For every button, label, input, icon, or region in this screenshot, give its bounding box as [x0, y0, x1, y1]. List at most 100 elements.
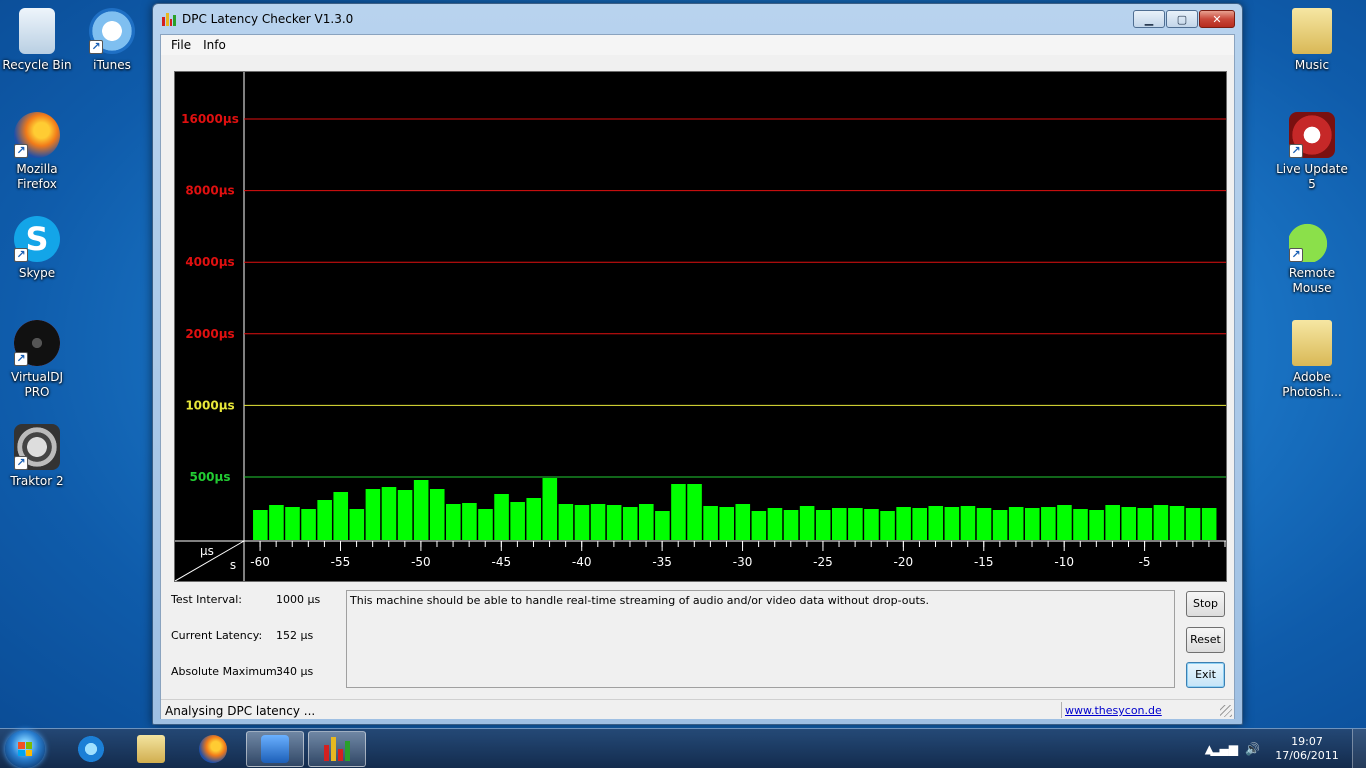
- latency-bar: [317, 500, 332, 540]
- app-bar-chart-icon: [324, 737, 350, 761]
- clock-time: 19:07: [1291, 735, 1323, 748]
- shortcut-arrow-icon: ↗: [14, 352, 28, 366]
- desktop-icon-music[interactable]: Music: [1272, 8, 1352, 73]
- taskbar-explorer[interactable]: [122, 731, 180, 767]
- desktop-icon-virtualdj[interactable]: ↗ VirtualDJ PRO: [0, 320, 77, 400]
- taskbar-app-installer[interactable]: [246, 731, 304, 767]
- latency-bar: [1105, 505, 1120, 540]
- shortcut-arrow-icon: ↗: [89, 40, 103, 54]
- latency-bar: [639, 504, 654, 540]
- x-tick-label: -15: [974, 555, 994, 569]
- latency-bar: [397, 490, 413, 540]
- stop-button[interactable]: Stop: [1186, 591, 1225, 617]
- latency-bar: [478, 509, 493, 540]
- latency-bar: [1057, 505, 1072, 540]
- threshold-label: 16000µs: [181, 112, 239, 126]
- resize-grip[interactable]: [1220, 705, 1232, 717]
- close-button[interactable]: ✕: [1199, 10, 1235, 28]
- reset-button[interactable]: Reset: [1186, 627, 1225, 653]
- test-interval-label: Test Interval:: [171, 593, 242, 606]
- x-tick-label: -25: [813, 555, 833, 569]
- maximize-button[interactable]: ▢: [1166, 10, 1198, 28]
- current-latency-label: Current Latency:: [171, 629, 263, 642]
- shortcut-arrow-icon: ↗: [14, 248, 28, 262]
- show-desktop-button[interactable]: [1352, 729, 1366, 768]
- minimize-button[interactable]: ▁: [1133, 10, 1165, 28]
- latency-bar: [1041, 507, 1056, 540]
- x-tick-label: -20: [894, 555, 914, 569]
- volume-icon[interactable]: 🔊: [1245, 742, 1260, 756]
- latency-bar: [494, 494, 509, 540]
- latency-bar: [751, 511, 767, 540]
- taskbar: ▲ ▂▄▆ 🔊 19:07 17/06/2011: [0, 728, 1366, 768]
- remote-mouse-icon: ↗: [1289, 216, 1335, 262]
- desktop-icon-adobe-photoshop[interactable]: Adobe Photosh...: [1272, 320, 1352, 400]
- status-bar: Analysing DPC latency ... www.thesycon.d…: [161, 699, 1234, 719]
- firefox-icon: ↗: [14, 112, 60, 158]
- latency-bar: [687, 484, 702, 540]
- network-signal-icon[interactable]: ▂▄▆: [1210, 742, 1238, 756]
- window-client-area: File Info 16000µs 8000µs 4000µs 2000µs 1000µ…: [160, 34, 1235, 719]
- taskbar-dpc-latency-checker[interactable]: [308, 731, 366, 767]
- latency-chart-svg: 16000µs 8000µs 4000µs 2000µs 1000µs 500µs -60 -…: [175, 72, 1226, 581]
- minimize-icon: ▁: [1144, 12, 1154, 26]
- clock-date: 17/06/2011: [1275, 749, 1339, 762]
- desktop-icon-skype[interactable]: S ↗ Skype: [0, 216, 77, 281]
- x-unit-label: s: [230, 558, 236, 572]
- x-tick-label: -50: [411, 555, 431, 569]
- threshold-label: 4000µs: [185, 255, 234, 269]
- title-bar[interactable]: DPC Latency Checker V1.3.0 ▁ ▢ ✕: [153, 4, 1242, 34]
- x-tick-label: -55: [331, 555, 351, 569]
- latency-bar: [735, 504, 751, 540]
- desktop-icon-traktor[interactable]: ↗ Traktor 2: [0, 424, 77, 489]
- shortcut-arrow-icon: ↗: [1289, 248, 1303, 262]
- latency-bar: [928, 506, 944, 540]
- website-link[interactable]: www.thesycon.de: [1065, 704, 1162, 717]
- latency-bar: [783, 510, 799, 540]
- x-tick-label: -30: [733, 555, 753, 569]
- threshold-label: 1000µs: [185, 398, 234, 412]
- latency-bar: [413, 480, 429, 540]
- taskbar-firefox[interactable]: [184, 731, 242, 767]
- desktop-icon-itunes[interactable]: ↗ iTunes: [72, 8, 152, 73]
- latency-bar: [992, 510, 1008, 540]
- latency-bar: [655, 511, 670, 540]
- desktop-icon-live-update[interactable]: ↗ Live Update 5: [1272, 112, 1352, 192]
- desktop-icon-label: Music: [1294, 58, 1330, 72]
- desktop-icon-firefox[interactable]: ↗ Mozilla Firefox: [0, 112, 77, 192]
- latency-bar: [269, 505, 284, 540]
- latency-bar: [590, 504, 606, 540]
- firefox-icon: [199, 735, 227, 763]
- latency-bar: [429, 489, 445, 540]
- latency-bar: [815, 510, 831, 540]
- desktop-icon-label: Recycle Bin: [2, 58, 72, 72]
- result-message: This machine should be able to handle re…: [346, 590, 1175, 688]
- x-tick-label: -35: [652, 555, 672, 569]
- menu-file[interactable]: File: [165, 35, 197, 55]
- clock[interactable]: 19:07 17/06/2011: [1272, 735, 1342, 763]
- desktop-icon-label: Traktor 2: [10, 474, 64, 488]
- absolute-maximum-label: Absolute Maximum:: [171, 665, 281, 678]
- exit-button[interactable]: Exit: [1186, 662, 1225, 688]
- menu-info[interactable]: Info: [197, 35, 232, 55]
- latency-bar: [622, 507, 638, 540]
- latency-bar: [767, 508, 783, 540]
- start-button[interactable]: [5, 730, 45, 768]
- test-interval-value: 1000 µs: [276, 593, 321, 606]
- installer-icon: [261, 735, 289, 763]
- latency-bar: [1121, 507, 1137, 540]
- internet-explorer-icon: [77, 735, 105, 763]
- latency-bar: [365, 489, 381, 540]
- itunes-icon: ↗: [89, 8, 135, 54]
- folder-icon: [137, 735, 165, 763]
- shortcut-arrow-icon: ↗: [14, 456, 28, 470]
- desktop-icon-remote-mouse[interactable]: ↗ Remote Mouse: [1272, 216, 1352, 296]
- latency-bar: [462, 503, 477, 540]
- desktop-icon-label: Remote Mouse: [1288, 266, 1336, 295]
- taskbar-internet-explorer[interactable]: [62, 731, 120, 767]
- desktop-icon-recycle-bin[interactable]: Recycle Bin: [0, 8, 77, 73]
- latency-chart: 16000µs 8000µs 4000µs 2000µs 1000µs 500µs -60 -…: [174, 71, 1227, 582]
- latency-bar: [1024, 508, 1040, 540]
- latency-bar: [1201, 508, 1217, 540]
- status-divider: [1061, 702, 1062, 718]
